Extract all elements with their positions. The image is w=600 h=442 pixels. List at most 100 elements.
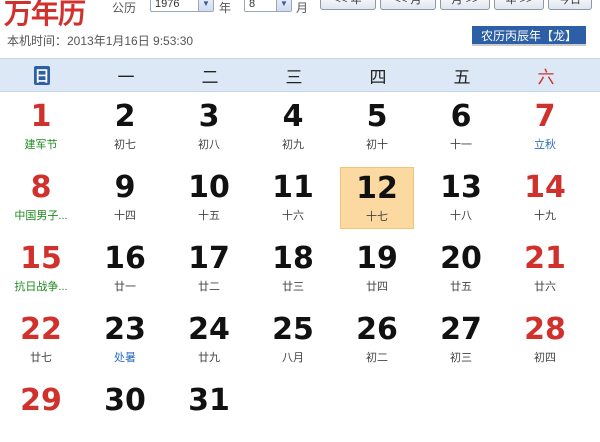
lunar-date: 初七 bbox=[114, 139, 136, 151]
day-cell[interactable]: 22 廿七 bbox=[4, 309, 78, 371]
day-number: 29 bbox=[20, 383, 62, 418]
month-select[interactable]: 8 ▼ bbox=[244, 0, 292, 12]
day-cell-selected[interactable]: 12 十七 bbox=[340, 167, 414, 229]
lunar-date: 十五 bbox=[198, 210, 220, 222]
day-number: 28 bbox=[524, 312, 566, 347]
day-number: 30 bbox=[104, 383, 146, 418]
day-number: 3 bbox=[198, 99, 220, 134]
day-number: 24 bbox=[188, 312, 230, 347]
day-number: 13 bbox=[440, 170, 482, 205]
prev-year-button[interactable]: << 年 bbox=[320, 0, 376, 10]
day-number: 2 bbox=[114, 99, 136, 134]
next-year-button[interactable]: 年 >> bbox=[494, 0, 544, 10]
day-cell[interactable]: 23 处暑 bbox=[88, 309, 162, 371]
next-month-button[interactable]: 月 >> bbox=[440, 0, 490, 10]
day-cell[interactable]: 16 廿一 bbox=[88, 238, 162, 300]
day-cell[interactable]: 1 建军节 bbox=[4, 96, 78, 158]
lunar-date: 建军节 bbox=[24, 139, 58, 151]
day-cell[interactable]: 31 bbox=[172, 380, 246, 442]
lunar-date: 廿七 bbox=[30, 352, 52, 364]
day-cell[interactable]: 2 初七 bbox=[88, 96, 162, 158]
day-cell[interactable]: 5 初十 bbox=[340, 96, 414, 158]
weekday-fri: 五 bbox=[453, 67, 471, 88]
day-cell[interactable]: 3 初八 bbox=[172, 96, 246, 158]
day-number: 12 bbox=[356, 171, 398, 206]
lunar-date: 廿九 bbox=[198, 352, 220, 364]
day-cell[interactable]: 7 立秋 bbox=[508, 96, 582, 158]
lunar-date: 廿五 bbox=[450, 281, 472, 293]
lunar-date: 初九 bbox=[282, 139, 304, 151]
day-number: 25 bbox=[272, 312, 314, 347]
day-number: 27 bbox=[440, 312, 482, 347]
day-number: 21 bbox=[524, 241, 566, 276]
day-number: 8 bbox=[30, 170, 52, 205]
year-label: 年 bbox=[219, 1, 232, 15]
day-cell[interactable]: 6 十一 bbox=[424, 96, 498, 158]
day-cell[interactable]: 24 廿九 bbox=[172, 309, 246, 371]
day-number: 14 bbox=[524, 170, 566, 205]
lunar-date: 初三 bbox=[450, 352, 472, 364]
day-cell[interactable]: 11 十六 bbox=[256, 167, 330, 229]
prev-month-button[interactable]: << 月 bbox=[380, 0, 436, 10]
day-cell[interactable]: 10 十五 bbox=[172, 167, 246, 229]
day-number: 31 bbox=[188, 383, 230, 418]
day-number: 19 bbox=[356, 241, 398, 276]
lunar-date: 初八 bbox=[198, 139, 220, 151]
day-number: 5 bbox=[366, 99, 388, 134]
lunar-date: 初四 bbox=[534, 352, 556, 364]
day-number: 9 bbox=[114, 170, 136, 205]
day-cell[interactable]: 4 初九 bbox=[256, 96, 330, 158]
day-cell[interactable]: 27 初三 bbox=[424, 309, 498, 371]
day-cell[interactable]: 30 bbox=[88, 380, 162, 442]
lunar-date: 初二 bbox=[366, 352, 388, 364]
day-number: 20 bbox=[440, 241, 482, 276]
day-number: 7 bbox=[534, 99, 556, 134]
day-number: 6 bbox=[450, 99, 472, 134]
day-cell[interactable]: 26 初二 bbox=[340, 309, 414, 371]
day-cell[interactable]: 21 廿六 bbox=[508, 238, 582, 300]
weekday-tue: 二 bbox=[201, 67, 219, 88]
day-cell[interactable]: 25 八月 bbox=[256, 309, 330, 371]
lunar-year-badge: 农历丙辰年【龙】 bbox=[472, 26, 586, 46]
year-select-value: 1976 bbox=[155, 0, 180, 10]
lunar-date: 处暑 bbox=[114, 352, 136, 364]
lunar-date: 十九 bbox=[534, 210, 556, 222]
day-number: 4 bbox=[282, 99, 304, 134]
weekday-sat: 六 bbox=[537, 67, 555, 88]
day-cell[interactable]: 13 十八 bbox=[424, 167, 498, 229]
app-logo: 万年历 bbox=[4, 0, 86, 30]
weekday-sun: 日 bbox=[0, 59, 84, 91]
day-cell[interactable]: 19 廿四 bbox=[340, 238, 414, 300]
chevron-down-icon: ▼ bbox=[276, 0, 291, 11]
local-time: 本机时间：2013年1月16日 9:53:30 bbox=[7, 34, 194, 48]
month-select-value: 8 bbox=[249, 0, 256, 10]
lunar-date: 初十 bbox=[366, 139, 388, 151]
day-number: 11 bbox=[272, 170, 314, 205]
day-cell[interactable]: 28 初四 bbox=[508, 309, 582, 371]
weekday-thu: 四 bbox=[369, 67, 387, 88]
day-number: 17 bbox=[188, 241, 230, 276]
day-cell[interactable]: 15 抗日战争... bbox=[4, 238, 78, 300]
today-button[interactable]: 今日 bbox=[548, 0, 592, 10]
day-cell[interactable]: 9 十四 bbox=[88, 167, 162, 229]
day-cell[interactable]: 17 廿二 bbox=[172, 238, 246, 300]
day-cell[interactable]: 8 中国男子... bbox=[4, 167, 78, 229]
weekday-sun-label: 日 bbox=[34, 65, 50, 85]
day-cell[interactable]: 14 十九 bbox=[508, 167, 582, 229]
lunar-date: 立秋 bbox=[534, 139, 556, 151]
day-cell[interactable]: 29 bbox=[4, 380, 78, 442]
month-label: 月 bbox=[296, 1, 309, 15]
day-cell[interactable]: 18 廿三 bbox=[256, 238, 330, 300]
calendar-type-label: 公历 bbox=[112, 1, 137, 15]
day-cell[interactable]: 20 廿五 bbox=[424, 238, 498, 300]
day-number: 10 bbox=[188, 170, 230, 205]
lunar-date: 十一 bbox=[450, 139, 472, 151]
lunar-date: 廿三 bbox=[282, 281, 304, 293]
lunar-date: 十八 bbox=[450, 210, 472, 222]
day-number: 18 bbox=[272, 241, 314, 276]
lunar-date: 廿六 bbox=[534, 281, 556, 293]
weekday-header: 日 一 二 三 四 五 六 bbox=[0, 58, 600, 92]
lunar-date: 抗日战争... bbox=[14, 281, 68, 293]
year-select[interactable]: 1976 ▼ bbox=[150, 0, 214, 12]
day-number: 1 bbox=[30, 99, 52, 134]
